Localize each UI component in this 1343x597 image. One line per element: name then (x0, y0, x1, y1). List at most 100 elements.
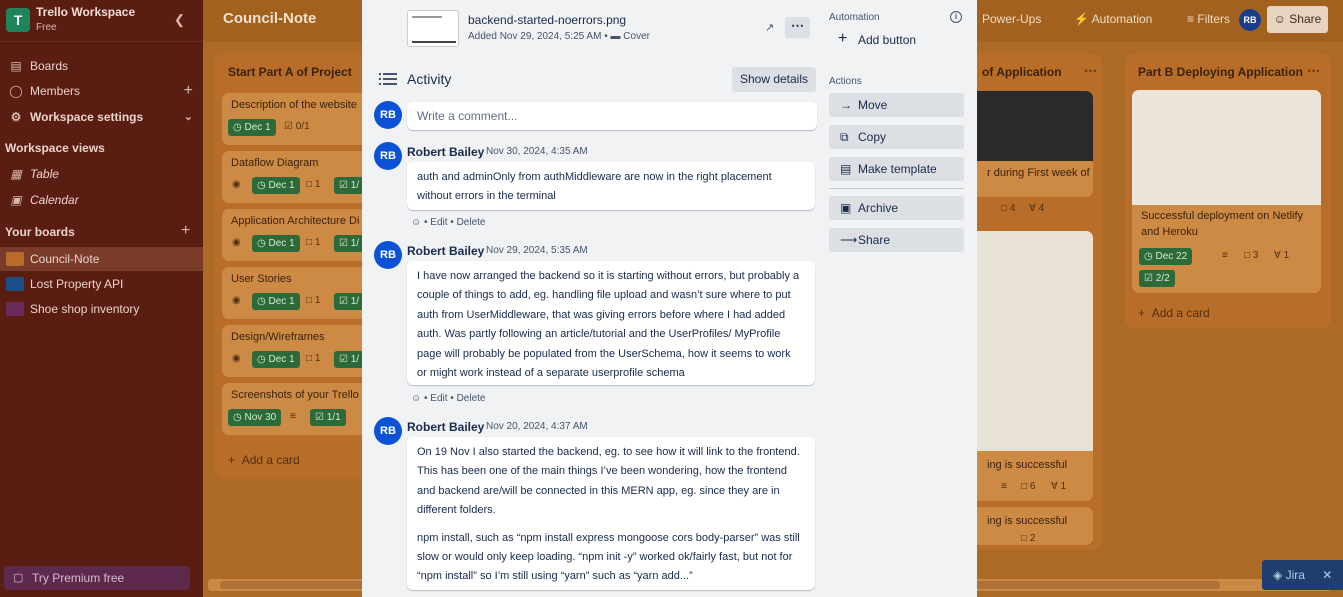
share-board-button[interactable]: ☺ Share (1267, 6, 1328, 33)
add-board-icon[interactable]: + (181, 222, 190, 240)
comment-author[interactable]: Robert Bailey (407, 420, 484, 434)
watch-icon: ◉ (232, 237, 241, 248)
sidebar-board-council-note[interactable]: Council-Note (0, 247, 203, 271)
edit-comment-link[interactable]: Edit (430, 217, 447, 228)
comment-author[interactable]: Robert Bailey (407, 145, 484, 159)
show-details-button[interactable]: Show details (732, 67, 816, 92)
thumb-line (412, 16, 442, 18)
list-title[interactable]: of Application (982, 65, 1062, 79)
delete-comment-link[interactable]: Delete (457, 217, 486, 228)
comments-badge: □ 6 (1021, 481, 1036, 492)
cover-link[interactable]: Cover (623, 31, 650, 42)
comment-count: 1 (314, 237, 321, 248)
board-title[interactable]: Council-Note (223, 10, 316, 27)
collapse-sidebar-icon[interactable]: ❮ (174, 12, 185, 28)
description-icon: ≡ (1222, 250, 1228, 261)
sidebar-item-boards[interactable]: ▤ Boards (0, 54, 203, 78)
make-template-button[interactable]: ▤ Make template (829, 157, 964, 181)
comment-time[interactable]: Nov 30, 2024, 4:35 AM (486, 146, 588, 157)
comment-line: On 19 Nov I also started the backend, eg… (417, 446, 800, 458)
due-date-label: Dec 22 (1155, 251, 1188, 262)
table-icon: ▦ (10, 167, 22, 181)
settings-icon: ⚙ (10, 110, 22, 124)
avatar[interactable]: RB (1239, 9, 1261, 31)
comment-line: npm install, such as “npm install expres… (417, 531, 800, 544)
open-external-icon[interactable]: ↗ (765, 21, 774, 34)
due-date-label: Dec 1 (268, 296, 295, 307)
list-title[interactable]: Part B Deploying Application (1138, 65, 1303, 79)
comment-input[interactable]: Write a comment... (407, 102, 817, 130)
add-reaction-icon[interactable]: ☺ (411, 217, 421, 228)
comments-badge: □ 1 (306, 353, 321, 364)
share-card-button[interactable]: ⟶ Share (829, 228, 964, 252)
board-color-swatch (6, 252, 24, 266)
due-date-label: Dec 1 (268, 238, 295, 249)
attachment-count: 4 (1038, 203, 1045, 214)
comment-count: 3 (1252, 250, 1259, 261)
comments-badge: □ 2 (1021, 533, 1036, 544)
add-card-label: Add a card (241, 453, 300, 467)
share-label: Share (1289, 12, 1322, 26)
add-button-button[interactable]: + Add button (838, 30, 916, 47)
card-cover-image (1132, 90, 1321, 205)
sidebar-item-table[interactable]: ▦ Table (0, 162, 203, 186)
sidebar-item-label: Workspace settings (30, 110, 144, 124)
attachments-badge: ∀ 1 (1274, 250, 1290, 261)
comment-time[interactable]: Nov 20, 2024, 4:37 AM (486, 421, 588, 432)
bullet (379, 83, 381, 85)
bullet (379, 73, 381, 75)
list-menu-icon[interactable]: ⋯ (1307, 63, 1320, 79)
comment-time[interactable]: Nov 29, 2024, 5:35 AM (486, 245, 588, 256)
automation-button[interactable]: ⚡ Automation (1074, 12, 1152, 26)
sidebar-item-calendar[interactable]: ▣ Calendar (0, 188, 203, 212)
edit-comment-link[interactable]: Edit (430, 393, 447, 404)
add-card-button[interactable]: + Add a card (228, 453, 300, 467)
attachment-name[interactable]: backend-started-noerrors.png (468, 13, 626, 27)
copy-button[interactable]: ⧉ Copy (829, 125, 964, 149)
attachment-more-button[interactable]: ⋯ (785, 17, 810, 38)
cover-icon: ▬ (610, 31, 621, 42)
sidebar-item-workspace-settings[interactable]: ⚙ Workspace settings ⌄ (0, 105, 203, 129)
list-menu-icon[interactable]: ⋯ (1084, 63, 1097, 79)
comment-line: and backend are/will be connected in thi… (417, 484, 780, 497)
comment-line: different folders. (417, 504, 496, 517)
comment-count: 1 (314, 179, 321, 190)
your-boards-heading: Your boards + (5, 222, 190, 239)
add-card-button[interactable]: + Add a card (1138, 306, 1210, 320)
attachment-meta: Added Nov 29, 2024, 5:25 AM • ▬ Cover (468, 31, 650, 42)
due-date-badge: ◷ Dec 1 (228, 119, 276, 136)
move-label: Move (858, 98, 888, 112)
actions-label: Actions (829, 76, 862, 87)
comment-line: auth from UserMiddleware, that was givin… (417, 308, 786, 321)
comment-body: I have now arranged the backend so it is… (407, 261, 815, 385)
members-icon: ◯ (9, 84, 23, 98)
filters-button[interactable]: ≡ Filters (1187, 12, 1230, 26)
sidebar-item-members[interactable]: ◯ Members + (0, 79, 203, 103)
share-label: Share (858, 233, 891, 247)
comments-badge: □ 3 (1244, 250, 1259, 261)
delete-comment-link[interactable]: Delete (457, 393, 486, 404)
arrow-right-icon: → (840, 98, 852, 112)
archive-label: Archive (858, 201, 899, 215)
sidebar-board-shoe-shop-inventory[interactable]: Shoe shop inventory (0, 297, 203, 321)
move-button[interactable]: → Move (829, 93, 964, 117)
comment-author[interactable]: Robert Bailey (407, 244, 484, 258)
workspace-name[interactable]: Trello Workspace (36, 5, 135, 19)
list-title[interactable]: Start Part A of Project (228, 65, 352, 79)
try-premium-button[interactable]: ▢ Try Premium free (4, 566, 190, 590)
due-date-label: Nov 30 (244, 412, 277, 423)
power-ups-button[interactable]: Power-Ups (982, 12, 1041, 26)
archive-button[interactable]: ▣ Archive (829, 196, 964, 220)
board-color-swatch (6, 302, 24, 316)
close-icon[interactable]: ✕ (1322, 568, 1332, 582)
attachments-badge: ∀ 4 (1029, 203, 1045, 214)
share-icon: ⟶ (840, 233, 858, 247)
add-member-icon[interactable]: + (184, 79, 193, 103)
info-icon[interactable]: i (950, 11, 962, 23)
list-card[interactable]: Successful deployment on Netlify and Her… (1132, 90, 1321, 293)
sidebar-board-lost-property-api[interactable]: Lost Property API (0, 272, 203, 296)
attachment-thumbnail[interactable] (407, 10, 459, 47)
jira-widget[interactable]: ◈ Jira ✕ (1262, 560, 1343, 590)
list-part-b-deploying: Part B Deploying Application ⋯ Successfu… (1125, 53, 1331, 328)
add-reaction-icon[interactable]: ☺ (411, 393, 421, 404)
